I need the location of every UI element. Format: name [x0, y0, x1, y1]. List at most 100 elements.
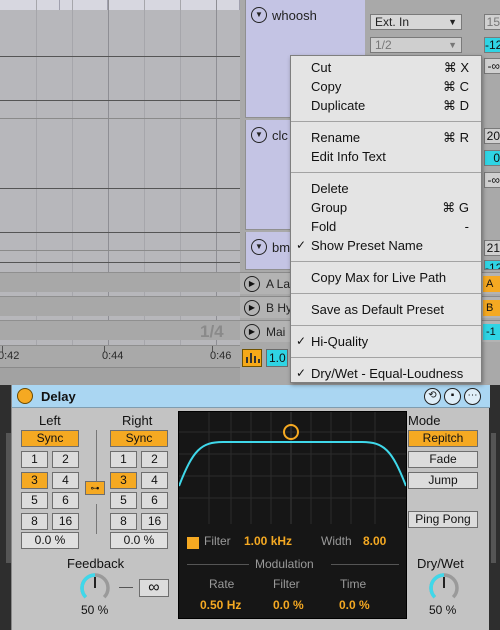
left-beat-button-8[interactable]: 8: [21, 512, 48, 530]
filter-value[interactable]: 1.00 kHz: [244, 534, 292, 548]
link-icon[interactable]: ⊶: [85, 481, 105, 495]
ping-pong-button[interactable]: Ping Pong: [408, 511, 478, 528]
mod-rate-value[interactable]: 0.50 Hz: [200, 598, 241, 612]
dry-wet-value: 50 %: [429, 603, 457, 617]
right-beat-button-1[interactable]: 1: [110, 451, 137, 468]
left-beat-button-5[interactable]: 5: [21, 492, 48, 509]
menu-item-label: Cut: [311, 60, 332, 75]
left-beat-button-4[interactable]: 4: [52, 471, 79, 489]
mod-time-value[interactable]: 0.0 %: [339, 598, 370, 612]
menu-item-duplicate[interactable]: Duplicate ⌘ D: [291, 96, 481, 115]
track-volume[interactable]: 20: [484, 128, 500, 144]
checkmark-icon: ✓: [296, 366, 307, 380]
left-beat-button-6[interactable]: 6: [52, 492, 79, 509]
mode-fade-button[interactable]: Fade: [408, 451, 478, 468]
right-beat-button-3[interactable]: 3: [110, 471, 137, 489]
feedback-value: 50 %: [81, 603, 109, 617]
track-send[interactable]: 0: [484, 150, 500, 166]
track-pan[interactable]: -∞: [484, 172, 500, 188]
right-beat-button-5[interactable]: 5: [110, 492, 137, 509]
menu-separator: [291, 255, 481, 268]
play-icon[interactable]: ▶: [244, 276, 260, 292]
play-icon[interactable]: ▶: [244, 324, 260, 340]
time-ruler[interactable]: 0:42 0:44 0:46: [0, 345, 240, 367]
menu-item-shortcut: ⌘ C: [443, 79, 469, 94]
right-beat-button-2[interactable]: 2: [141, 451, 168, 468]
delay-display[interactable]: Filter 1.00 kHz Width 8.00 Modulation Ra…: [178, 411, 407, 619]
left-beat-button-2[interactable]: 2: [52, 451, 79, 468]
menu-item-show-preset-name[interactable]: ✓ Show Preset Name: [291, 236, 481, 255]
save-icon[interactable]: ▪: [444, 388, 461, 405]
left-beat-button-1[interactable]: 1: [21, 451, 48, 468]
play-icon[interactable]: ▶: [244, 300, 260, 316]
freeze-button[interactable]: ∞: [139, 579, 169, 597]
right-beat-button-8[interactable]: 8: [110, 512, 137, 530]
fold-icon[interactable]: ▼: [251, 7, 267, 23]
left-beat-button-3[interactable]: 3: [21, 471, 48, 489]
menu-item-label: Show Preset Name: [311, 238, 423, 253]
right-beat-button-16[interactable]: 16: [141, 512, 168, 530]
input-channel-select[interactable]: 1/2 ▼: [370, 37, 462, 53]
menu-separator: [291, 351, 481, 364]
fold-icon[interactable]: ▼: [251, 239, 267, 255]
checkmark-icon: ✓: [296, 334, 307, 348]
input-type-select[interactable]: Ext. In ▼: [370, 14, 462, 30]
menu-item-delete[interactable]: Delete: [291, 179, 481, 198]
horizontal-scrollbar[interactable]: [0, 367, 240, 385]
track-pan[interactable]: -∞: [484, 58, 500, 74]
width-value[interactable]: 8.00: [363, 534, 386, 548]
delay-device: Delay ⟲ ▪ ⋯ Left Sync 0.0 % ⊶ Right Sync…: [6, 385, 496, 630]
return-chip[interactable]: -1: [483, 324, 500, 340]
dry-wet-knob[interactable]: [427, 571, 461, 605]
menu-item-group[interactable]: Group ⌘ G: [291, 198, 481, 217]
menu-item-shortcut: ⌘ D: [443, 98, 469, 113]
left-sync-button[interactable]: Sync: [21, 430, 79, 447]
clip-lanes[interactable]: 1/4: [0, 0, 240, 345]
menu-item-cut[interactable]: Cut ⌘ X: [291, 58, 481, 77]
filter-label: Filter: [204, 534, 231, 548]
menu-item-copy-max-for-live-path[interactable]: Copy Max for Live Path: [291, 268, 481, 287]
menu-item-shortcut: -: [464, 219, 469, 234]
return-chip[interactable]: B: [483, 300, 500, 316]
menu-item-label: Copy: [311, 79, 342, 94]
menu-item-save-as-default-preset[interactable]: Save as Default Preset: [291, 300, 481, 319]
left-beat-button-16[interactable]: 16: [52, 512, 79, 530]
menu-separator: [291, 115, 481, 128]
swap-icon[interactable]: ⟲: [424, 388, 441, 405]
menu-item-edit-info-text[interactable]: Edit Info Text: [291, 147, 481, 166]
waveform-toggle-icon[interactable]: [242, 349, 262, 367]
track-volume-readout[interactable]: 15: [484, 14, 500, 30]
zoom-value[interactable]: 1.0: [266, 349, 288, 367]
right-beat-button-6[interactable]: 6: [141, 492, 168, 509]
device-title-bar[interactable]: Delay ⟲ ▪ ⋯: [12, 385, 490, 408]
knob-arc: [80, 573, 96, 599]
menu-item-fold[interactable]: Fold -: [291, 217, 481, 236]
more-icon[interactable]: ⋯: [464, 388, 481, 405]
track-volume[interactable]: 21: [484, 240, 500, 256]
return-chip[interactable]: A: [483, 276, 500, 292]
right-offset-field[interactable]: 0.0 %: [110, 532, 168, 549]
mod-time-label: Time: [340, 577, 367, 591]
menu-item-rename[interactable]: Rename ⌘ R: [291, 128, 481, 147]
mod-filter-value[interactable]: 0.0 %: [273, 598, 304, 612]
menu-item-hi-quality[interactable]: ✓ Hi-Quality: [291, 332, 481, 351]
right-beat-button-4[interactable]: 4: [141, 471, 168, 489]
menu-item-dry-wet-equal-loudness[interactable]: ✓ Dry/Wet - Equal-Loudness: [291, 364, 481, 383]
menu-item-shortcut: ⌘ R: [443, 130, 469, 145]
mode-jump-button[interactable]: Jump: [408, 472, 478, 489]
track-volume[interactable]: -12: [484, 37, 500, 53]
device-power-button[interactable]: [17, 388, 33, 404]
width-label: Width: [321, 534, 352, 548]
right-sync-button[interactable]: Sync: [110, 430, 168, 447]
filter-toggle[interactable]: [187, 537, 199, 549]
dropdown-arrow-icon: ▼: [448, 40, 457, 50]
menu-item-label: Duplicate: [311, 98, 366, 113]
left-offset-field[interactable]: 0.0 %: [21, 532, 79, 549]
mode-repitch-button[interactable]: Repitch: [408, 430, 478, 447]
track-send[interactable]: -12: [484, 260, 500, 270]
fold-icon[interactable]: ▼: [251, 127, 267, 143]
feedback-knob[interactable]: [78, 571, 112, 605]
menu-item-copy[interactable]: Copy ⌘ C: [291, 77, 481, 96]
output-meter: [491, 433, 496, 563]
filter-graph[interactable]: [179, 412, 406, 544]
